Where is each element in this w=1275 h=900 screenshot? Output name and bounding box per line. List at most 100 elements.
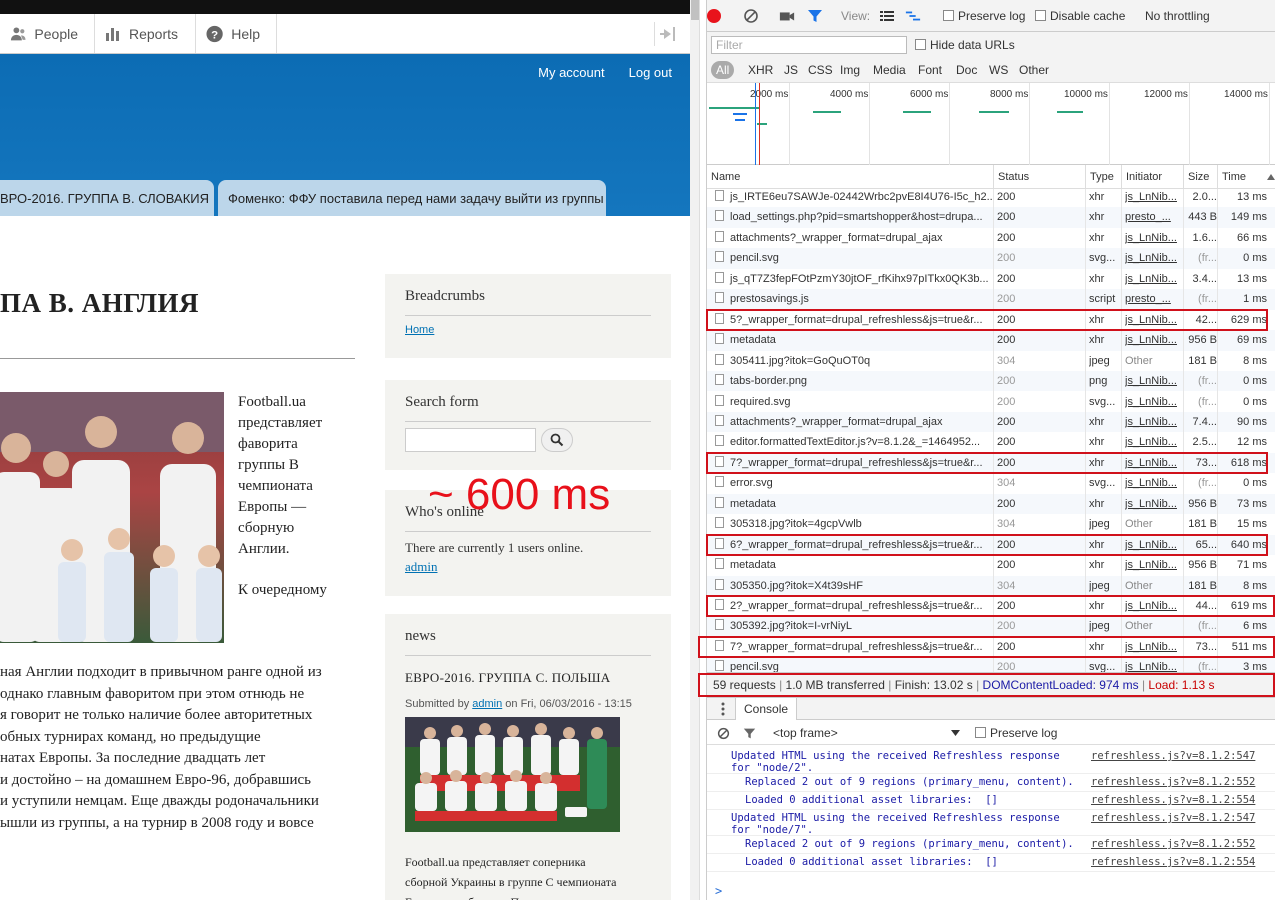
network-request-row[interactable]: 2?_wrapper_format=drupal_refreshless&js=… [707, 596, 1275, 616]
request-initiator[interactable]: js_LnNib... [1125, 473, 1183, 493]
type-filter-font[interactable]: Font [915, 61, 945, 79]
more-menu-icon[interactable] [721, 702, 725, 716]
type-filter-other[interactable]: Other [1016, 61, 1052, 79]
network-request-row[interactable]: metadata 200 xhr js_LnNib... 956 B 73 ms [707, 493, 1275, 515]
disable-cache-option[interactable]: Disable cache [1035, 9, 1125, 23]
column-separator[interactable] [1085, 165, 1086, 672]
request-initiator[interactable]: js_LnNib... [1125, 657, 1183, 672]
network-request-row[interactable]: error.svg 304 svg... js_LnNib... (fr... 0 ms [707, 473, 1275, 493]
filter-icon[interactable] [807, 8, 823, 24]
toolbar-people[interactable]: People [0, 14, 95, 53]
type-filter-img[interactable]: Img [837, 61, 863, 79]
toolbar-collapse-button[interactable] [654, 22, 680, 46]
hide-data-urls-option[interactable]: Hide data URLs [915, 38, 1015, 52]
network-request-row[interactable]: pencil.svg 200 svg... js_LnNib... (fr... 3 ms [707, 657, 1275, 672]
header-tab-fomenko[interactable]: Фоменко: ФФУ поставила перед нами задачу… [218, 180, 606, 216]
type-filter-media[interactable]: Media [870, 61, 909, 79]
request-initiator[interactable]: presto_... [1125, 289, 1183, 309]
network-request-row[interactable]: js_qT7Z3fepFOtPzmY30jtOF_rfKihx97pITkx0Q… [707, 269, 1275, 289]
request-initiator[interactable]: js_LnNib... [1125, 228, 1183, 248]
type-filter-js[interactable]: JS [781, 61, 801, 79]
console-tab[interactable]: Console [735, 698, 798, 720]
record-icon[interactable] [707, 8, 721, 23]
network-request-row[interactable]: 6?_wrapper_format=drupal_refreshless&js=… [707, 534, 1275, 556]
network-request-row[interactable]: tabs-border.png 200 png js_LnNib... (fr... 0 … [707, 371, 1275, 392]
request-initiator[interactable]: js_LnNib... [1125, 330, 1183, 350]
my-account-link[interactable]: My account [538, 65, 604, 80]
request-initiator[interactable]: js_LnNib... [1125, 269, 1183, 289]
online-user-link[interactable]: admin [405, 559, 438, 575]
clear-console-icon[interactable] [717, 727, 730, 740]
clear-icon[interactable] [743, 8, 759, 24]
console-preserve-log-option[interactable]: Preserve log [975, 721, 1057, 745]
waterfall-icon[interactable] [905, 8, 921, 24]
page-scrollbar[interactable] [690, 0, 706, 900]
breadcrumb-home-link[interactable]: Home [405, 324, 434, 336]
frame-select[interactable]: <top frame> [773, 721, 838, 745]
log-out-link[interactable]: Log out [629, 65, 672, 80]
scrollbar-thumb[interactable] [691, 0, 699, 20]
request-initiator[interactable]: js_LnNib... [1125, 535, 1183, 555]
toolbar-help[interactable]: ? Help [196, 14, 277, 53]
meta-author-link[interactable]: admin [472, 698, 502, 710]
request-initiator[interactable]: js_LnNib... [1125, 494, 1183, 514]
network-request-row[interactable]: 7?_wrapper_format=drupal_refreshless&js=… [707, 637, 1275, 657]
news-item-title[interactable]: ЕВРО-2016. ГРУППА С. ПОЛЬША [405, 670, 610, 686]
request-initiator[interactable]: presto_... [1125, 207, 1183, 227]
column-separator[interactable] [1217, 165, 1218, 672]
toolbar-reports[interactable]: Reports [95, 14, 196, 53]
request-initiator[interactable]: Other [1125, 351, 1183, 371]
column-separator[interactable] [993, 165, 994, 672]
search-button[interactable] [541, 428, 573, 452]
large-rows-icon[interactable] [879, 8, 895, 24]
console-log-source-link[interactable]: refreshless.js?v=8.1.2:554 [1091, 856, 1255, 868]
search-input[interactable] [405, 428, 536, 452]
request-initiator[interactable]: js_LnNib... [1125, 392, 1183, 412]
network-request-row[interactable]: load_settings.php?pid=smartshopper&host=… [707, 207, 1275, 228]
preserve-log-option[interactable]: Preserve log [943, 9, 1025, 23]
type-filter-xhr[interactable]: XHR [745, 61, 776, 79]
chevron-down-icon[interactable] [951, 730, 960, 736]
network-request-row[interactable]: 305318.jpg?itok=4gcpVwlb 304 jpeg Other 181 … [707, 514, 1275, 534]
column-size[interactable]: Size [1183, 165, 1217, 189]
scrollbar-track[interactable] [690, 0, 700, 900]
network-overview-timeline[interactable]: 2000 ms 4000 ms 6000 ms 8000 ms 10000 ms… [707, 83, 1275, 165]
column-name[interactable]: Name [707, 165, 993, 189]
console-log-source-link[interactable]: refreshless.js?v=8.1.2:547 [1091, 812, 1255, 824]
request-initiator[interactable]: js_LnNib... [1125, 248, 1183, 268]
network-request-row[interactable]: 305411.jpg?itok=GoQuOT0q 304 jpeg Other 181 … [707, 351, 1275, 371]
request-initiator[interactable]: Other [1125, 514, 1183, 534]
type-filter-ws[interactable]: WS [986, 61, 1011, 79]
console-preserve-log-checkbox[interactable] [975, 727, 986, 738]
column-type[interactable]: Type [1085, 165, 1121, 189]
network-request-row[interactable]: js_IRTE6eu7SAWJe-02442Wrbc2pvE8I4U76-I5c… [707, 187, 1275, 207]
header-tab-slovakia[interactable]: ВРО-2016. ГРУППА В. СЛОВАКИЯ [0, 180, 214, 216]
network-request-row[interactable]: prestosavings.js 200 script presto_... (fr..… [707, 289, 1275, 310]
console-log-source-link[interactable]: refreshless.js?v=8.1.2:552 [1091, 776, 1255, 788]
network-request-row[interactable]: metadata 200 xhr js_LnNib... 956 B 69 ms [707, 330, 1275, 351]
network-request-row[interactable]: 5?_wrapper_format=drupal_refreshless&js=… [707, 310, 1275, 330]
network-request-row[interactable]: attachments?_wrapper_format=drupal_ajax 2… [707, 228, 1275, 248]
hide-data-urls-checkbox[interactable] [915, 39, 926, 50]
console-log-source-link[interactable]: refreshless.js?v=8.1.2:554 [1091, 794, 1255, 806]
disable-cache-checkbox[interactable] [1035, 10, 1046, 21]
request-initiator[interactable]: js_LnNib... [1125, 371, 1183, 391]
request-initiator[interactable]: Other [1125, 576, 1183, 596]
request-initiator[interactable]: js_LnNib... [1125, 310, 1183, 330]
console-prompt[interactable]: > [715, 884, 722, 898]
column-separator[interactable] [1183, 165, 1184, 672]
column-time[interactable]: Time [1217, 165, 1273, 189]
type-filter-css[interactable]: CSS [805, 61, 836, 79]
request-initiator[interactable]: Other [1125, 616, 1183, 636]
request-initiator[interactable]: js_LnNib... [1125, 555, 1183, 575]
network-request-row[interactable]: attachments?_wrapper_format=drupal_ajax 2… [707, 411, 1275, 433]
type-filter-all[interactable]: All [711, 61, 735, 79]
request-initiator[interactable]: js_LnNib... [1125, 596, 1183, 616]
request-initiator[interactable]: js_LnNib... [1125, 432, 1183, 452]
network-request-row[interactable]: editor.formattedTextEditor.js?v=8.1.2&_=… [707, 432, 1275, 452]
network-request-row[interactable]: required.svg 200 svg... js_LnNib... (fr... 0 … [707, 392, 1275, 412]
request-initiator[interactable]: js_LnNib... [1125, 637, 1183, 657]
network-request-row[interactable]: 305392.jpg?itok=I-vrNiyL 200 jpeg Other (fr.… [707, 616, 1275, 637]
column-initiator[interactable]: Initiator [1121, 165, 1183, 189]
network-request-row[interactable]: metadata 200 xhr js_LnNib... 956 B 71 ms [707, 555, 1275, 575]
